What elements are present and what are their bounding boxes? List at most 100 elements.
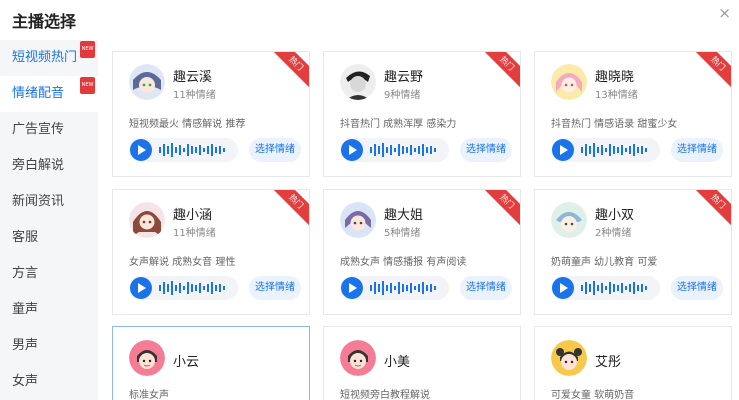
sidebar-item-female-voice[interactable]: 女声: [0, 364, 98, 400]
play-icon[interactable]: [552, 139, 574, 161]
sidebar-item-short-video-hot[interactable]: 短视频热门 NEW: [0, 40, 98, 76]
dialog-title: 主播选择: [12, 12, 77, 31]
voice-tags: 成熟女声 情感播报 有声阅读: [340, 257, 467, 268]
voice-tags: 奶萌童声 幼儿教育 可爱: [551, 257, 658, 268]
waveform-icon: [370, 281, 436, 295]
sidebar-item-narration[interactable]: 旁白解说: [0, 148, 98, 184]
hot-ribbon: 热门: [269, 190, 309, 229]
hot-ribbon: 热门: [480, 190, 520, 229]
sidebar-item-emotion-dubbing[interactable]: 情绪配音 NEW: [0, 76, 98, 112]
sidebar-item-label: 新闻资讯: [12, 194, 65, 209]
sidebar-item-dialect[interactable]: 方言: [0, 256, 98, 292]
select-emotion-button[interactable]: 选择情绪: [671, 276, 723, 300]
voice-card[interactable]: 热门 趣晓晓 13种情绪 抖音热门 情感语录 甜蜜少女 选择情绪: [534, 51, 732, 177]
sidebar-item-label: 方言: [12, 266, 39, 281]
anime-girl-blue-avatar: [129, 64, 165, 100]
voice-name: 趣大姐: [384, 208, 424, 223]
emotion-count: 5种情绪: [384, 228, 421, 239]
voice-card[interactable]: 小美 短视频旁白教程解说: [323, 326, 521, 400]
emotion-count: 9种情绪: [384, 90, 421, 101]
emotion-count: 13种情绪: [595, 90, 638, 101]
hot-ribbon: 热门: [691, 52, 731, 91]
voice-name: 趣小涵: [173, 208, 213, 223]
select-emotion-button[interactable]: 选择情绪: [460, 276, 512, 300]
hot-ribbon: 热门: [480, 52, 520, 91]
voice-tags: 抖音热门 情感语录 甜蜜少女: [551, 119, 678, 130]
audio-player: [129, 276, 238, 300]
voice-tags: 可爱女童 软萌奶音: [551, 390, 635, 400]
sidebar-item-customer-service[interactable]: 客服: [0, 220, 98, 256]
audio-player: [551, 138, 660, 162]
voice-card[interactable]: 艾彤 可爱女童 软萌奶音: [534, 326, 732, 400]
play-icon[interactable]: [341, 277, 363, 299]
waveform-icon: [581, 143, 647, 157]
voice-name: 趣小双: [595, 208, 635, 223]
cartoon-girl-avatar: [129, 340, 165, 376]
bw-man-avatar: [340, 64, 376, 100]
sidebar-item-label: 短视频热门: [12, 50, 78, 65]
cartoon-child-avatar: [551, 340, 587, 376]
voice-card-grid: 热门 趣云溪 11种情绪 短视频最火 情感解说 推荐 选择情绪 热门 趣云野 9…: [98, 40, 739, 400]
play-icon[interactable]: [341, 139, 363, 161]
sidebar-item-news[interactable]: 新闻资讯: [0, 184, 98, 220]
sidebar-item-label: 女声: [12, 374, 39, 389]
dialog-header: 主播选择 ×: [0, 0, 739, 38]
anime-girl-pink-avatar: [551, 64, 587, 100]
voice-name: 小美: [384, 355, 411, 370]
voice-name: 艾彤: [595, 355, 622, 370]
voice-name: 趣云野: [384, 70, 424, 85]
voice-name: 趣晓晓: [595, 70, 635, 85]
emotion-count: 11种情绪: [173, 90, 216, 101]
voice-card[interactable]: 热门 趣大姐 5种情绪 成熟女声 情感播报 有声阅读 选择情绪: [323, 189, 521, 315]
voice-card[interactable]: 热门 趣小涵 11种情绪 女声解说 成熟女音 理性 选择情绪: [112, 189, 310, 315]
sidebar-item-male-voice[interactable]: 男声: [0, 328, 98, 364]
waveform-icon: [581, 281, 647, 295]
anime-kid-avatar: [551, 202, 587, 238]
play-icon[interactable]: [552, 277, 574, 299]
select-emotion-button[interactable]: 选择情绪: [671, 138, 723, 162]
voice-card[interactable]: 热门 趣云溪 11种情绪 短视频最火 情感解说 推荐 选择情绪: [112, 51, 310, 177]
anime-woman-avatar: [129, 202, 165, 238]
close-icon[interactable]: ×: [718, 4, 731, 22]
sidebar-item-label: 旁白解说: [12, 158, 65, 173]
sidebar-item-label: 情绪配音: [12, 86, 65, 101]
play-icon[interactable]: [130, 139, 152, 161]
emotion-count: 2种情绪: [595, 228, 632, 239]
sidebar-item-advertising[interactable]: 广告宣传: [0, 112, 98, 148]
voice-card[interactable]: 热门 趣云野 9种情绪 抖音热门 成熟浑厚 感染力 选择情绪: [323, 51, 521, 177]
voice-name: 小云: [173, 355, 200, 370]
sidebar-item-label: 广告宣传: [12, 122, 65, 137]
cartoon-girl-avatar: [340, 340, 376, 376]
voice-tags: 女声解说 成熟女音 理性: [129, 257, 236, 268]
sidebar-item-label: 童声: [12, 302, 39, 317]
new-badge: NEW: [80, 41, 95, 58]
select-emotion-button[interactable]: 选择情绪: [249, 138, 301, 162]
hot-ribbon: 热门: [691, 190, 731, 229]
audio-player: [340, 276, 449, 300]
voice-selection-dialog: 主播选择 × 短视频热门 NEW 情绪配音 NEW 广告宣传 旁白解说 新闻资讯…: [0, 0, 739, 400]
voice-tags: 标准女声: [129, 390, 169, 400]
category-sidebar: 短视频热门 NEW 情绪配音 NEW 广告宣传 旁白解说 新闻资讯 客服 方言 …: [0, 40, 98, 400]
audio-player: [340, 138, 449, 162]
audio-player: [551, 276, 660, 300]
select-emotion-button[interactable]: 选择情绪: [460, 138, 512, 162]
waveform-icon: [159, 281, 225, 295]
new-badge: NEW: [80, 77, 95, 94]
sidebar-item-label: 男声: [12, 338, 39, 353]
voice-card[interactable]: 小云 标准女声: [112, 326, 310, 400]
select-emotion-button[interactable]: 选择情绪: [249, 276, 301, 300]
waveform-icon: [370, 143, 436, 157]
audio-player: [129, 138, 238, 162]
sidebar-item-child-voice[interactable]: 童声: [0, 292, 98, 328]
voice-card[interactable]: 热门 趣小双 2种情绪 奶萌童声 幼儿教育 可爱 选择情绪: [534, 189, 732, 315]
emotion-count: 11种情绪: [173, 228, 216, 239]
anime-lady-purple-avatar: [340, 202, 376, 238]
hot-ribbon: 热门: [269, 52, 309, 91]
voice-tags: 短视频最火 情感解说 推荐: [129, 119, 246, 130]
waveform-icon: [159, 143, 225, 157]
voice-tags: 短视频旁白教程解说: [340, 390, 430, 400]
sidebar-item-label: 客服: [12, 230, 39, 245]
voice-name: 趣云溪: [173, 70, 213, 85]
voice-tags: 抖音热门 成熟浑厚 感染力: [340, 119, 457, 130]
play-icon[interactable]: [130, 277, 152, 299]
